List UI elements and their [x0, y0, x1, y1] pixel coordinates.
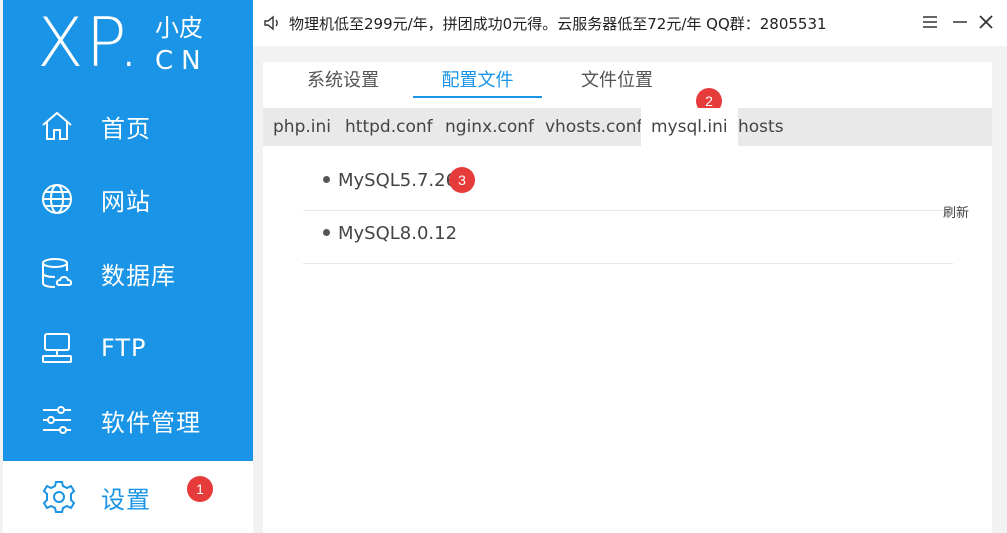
sliders-icon [43, 406, 71, 434]
mysql-version-label: MySQL8.0.12 [338, 223, 458, 244]
sidebar-item-label: 网站 [101, 187, 151, 216]
refresh-button[interactable]: 刷新 [943, 202, 969, 221]
subtab-hosts[interactable]: hosts [728, 108, 794, 146]
close-icon[interactable] [976, 12, 996, 32]
menu-icon[interactable] [920, 12, 940, 32]
sidebar-item-label: FTP [101, 334, 147, 362]
sidebar-item-label: 首页 [101, 114, 151, 143]
step-badge: 1 [187, 476, 213, 502]
tab-config-files[interactable]: 配置文件 [413, 68, 542, 98]
ftp-icon [42, 333, 72, 363]
tab-bar: 系统设置 配置文件 文件位置 2 [263, 62, 992, 114]
subtab-httpd-conf[interactable]: httpd.conf [335, 108, 443, 146]
gear-icon [42, 481, 76, 513]
notice-text[interactable]: 物理机低至299元/年，拼团成功0元得。云服务器低至72元/年 QQ群：2805… [289, 13, 827, 34]
tab-file-location[interactable]: 文件位置 [577, 68, 657, 98]
sidebar-item-settings[interactable]: 设置 1 [3, 461, 253, 533]
home-icon [42, 111, 72, 140]
top-bar: 物理机低至299元/年，拼团成功0元得。云服务器低至72元/年 QQ群：2805… [253, 0, 1007, 46]
sidebar-item-home[interactable]: 首页 [3, 90, 253, 162]
sidebar-item-website[interactable]: 网站 [3, 163, 253, 235]
mysql-version-label: MySQL5.7.26 [338, 170, 458, 191]
sidebar-item-database[interactable]: 数据库 [3, 237, 253, 309]
step-badge: 3 [449, 167, 475, 193]
list-item[interactable]: MySQL8.0.12 [303, 211, 953, 264]
subtab-mysql-ini[interactable]: mysql.ini [641, 108, 738, 146]
subtab-php-ini[interactable]: php.ini [263, 108, 341, 146]
logo-cn-bottom: CN [155, 46, 209, 76]
main-panel: 系统设置 配置文件 文件位置 2 php.ini httpd.conf ngin… [263, 62, 992, 533]
bullet-icon [323, 175, 330, 183]
sidebar-item-label: 数据库 [101, 261, 176, 290]
subtab-nginx-conf[interactable]: nginx.conf [435, 108, 544, 146]
subtab-vhosts-conf[interactable]: vhosts.conf [535, 108, 653, 146]
sidebar-item-ftp[interactable]: FTP [3, 312, 253, 384]
mysql-version-list: MySQL5.7.26 3 MySQL8.0.12 [303, 158, 953, 264]
globe-icon [42, 184, 72, 214]
tab-system-settings[interactable]: 系统设置 [303, 68, 383, 98]
logo-xp: XP. [37, 4, 142, 83]
database-icon [42, 258, 73, 288]
sidebar-item-software[interactable]: 软件管理 [3, 384, 253, 456]
bullet-icon [323, 228, 330, 236]
sidebar-item-label: 设置 [101, 485, 151, 514]
sidebar-item-label: 软件管理 [101, 408, 201, 437]
logo: XP. 小皮 CN [3, 0, 253, 90]
speaker-icon [264, 15, 278, 31]
sidebar: XP. 小皮 CN 首页 网站 数据库 FTP 软件管理 设置 1 [3, 0, 253, 533]
minimize-icon[interactable] [950, 12, 970, 32]
logo-cn-top: 小皮 [155, 14, 203, 42]
list-item[interactable]: MySQL5.7.26 3 [303, 158, 953, 211]
config-file-tabs: php.ini httpd.conf nginx.conf vhosts.con… [263, 108, 992, 146]
